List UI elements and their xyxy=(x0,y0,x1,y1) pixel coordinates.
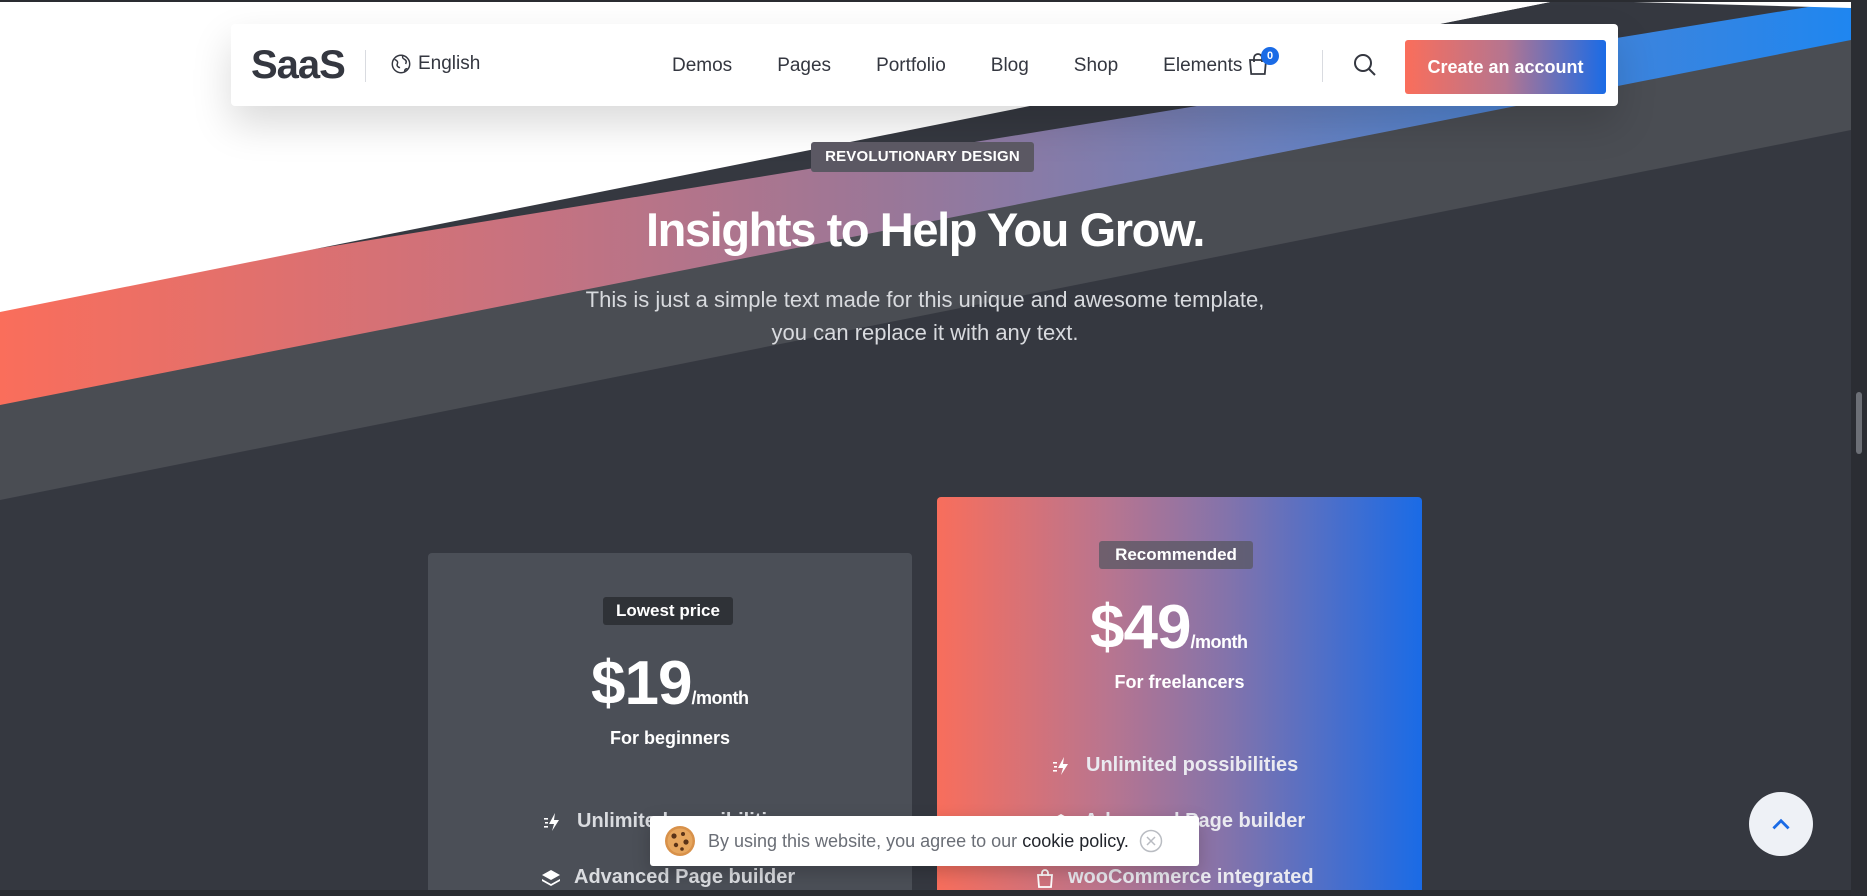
nav-blog[interactable]: Blog xyxy=(991,54,1029,78)
site-header: SaaS English Demos Pages Portfolio Blog … xyxy=(231,24,1618,106)
search-icon xyxy=(1354,54,1376,76)
header-divider xyxy=(365,50,366,82)
top-edge xyxy=(0,0,1851,2)
price-amount: $49 xyxy=(1090,593,1191,662)
feature-item: Unlimited possibilities xyxy=(1052,754,1298,777)
feature-item: Advanced Page builder xyxy=(540,866,795,889)
page-scrollbar[interactable] xyxy=(1851,0,1867,896)
price-period: /month xyxy=(1190,632,1248,652)
plan-tag: Recommended xyxy=(1099,541,1253,569)
chevron-up-icon xyxy=(1772,818,1790,830)
cart-count-badge: 0 xyxy=(1261,47,1279,65)
plan-price: $19/month xyxy=(591,648,749,719)
section-headline: Insights to Help You Grow. xyxy=(645,203,1205,256)
bottom-edge xyxy=(0,890,1851,896)
back-to-top-button[interactable] xyxy=(1749,792,1813,856)
feature-label: Unlimited possibilities xyxy=(1086,754,1299,776)
main-nav: Demos Pages Portfolio Blog Shop Elements xyxy=(672,54,1287,78)
price-amount: $19 xyxy=(591,649,692,718)
logo[interactable]: SaaS xyxy=(251,44,346,86)
lightning-icon xyxy=(544,812,559,831)
header-divider-right xyxy=(1322,50,1323,82)
cookie-message: By using this website, you agree to our xyxy=(708,830,1018,851)
nav-demos[interactable]: Demos xyxy=(672,54,732,78)
nav-elements[interactable]: Elements xyxy=(1163,54,1242,78)
section-subtitle: This is just a simple text made for this… xyxy=(585,287,1265,345)
layers-icon xyxy=(542,869,560,886)
feature-label: wooCommerce integrated xyxy=(1068,866,1314,888)
lightning-icon xyxy=(1053,756,1068,775)
globe-icon xyxy=(391,54,411,74)
section-eyebrow: REVOLUTIONARY DESIGN xyxy=(811,142,1034,172)
plan-audience: For freelancers xyxy=(1114,672,1245,692)
plan-audience: For beginners xyxy=(609,728,730,748)
nav-pages[interactable]: Pages xyxy=(777,54,831,78)
create-account-button[interactable]: Create an account xyxy=(1405,40,1606,94)
scrollbar-thumb[interactable] xyxy=(1856,392,1862,454)
plan-tag: Lowest price xyxy=(603,597,733,625)
nav-shop[interactable]: Shop xyxy=(1074,54,1118,78)
cart-button[interactable]: 0 xyxy=(1244,47,1279,80)
cookie-icon xyxy=(665,826,695,856)
language-selector[interactable]: English xyxy=(390,53,480,75)
plan-price: $49/month xyxy=(1090,592,1248,663)
language-label: English xyxy=(418,53,481,74)
cookie-policy-link[interactable]: cookie policy. xyxy=(1022,831,1129,852)
search-button[interactable] xyxy=(1352,52,1378,78)
cookie-notice: By using this website, you agree to our … xyxy=(650,816,1199,866)
feature-label: Advanced Page builder xyxy=(574,866,796,888)
hero-background xyxy=(0,0,1867,896)
bag-icon xyxy=(1037,868,1053,888)
price-period: /month xyxy=(691,688,749,708)
nav-portfolio[interactable]: Portfolio xyxy=(876,54,946,78)
close-icon[interactable] xyxy=(1139,829,1163,853)
feature-item: wooCommerce integrated xyxy=(1034,866,1314,889)
